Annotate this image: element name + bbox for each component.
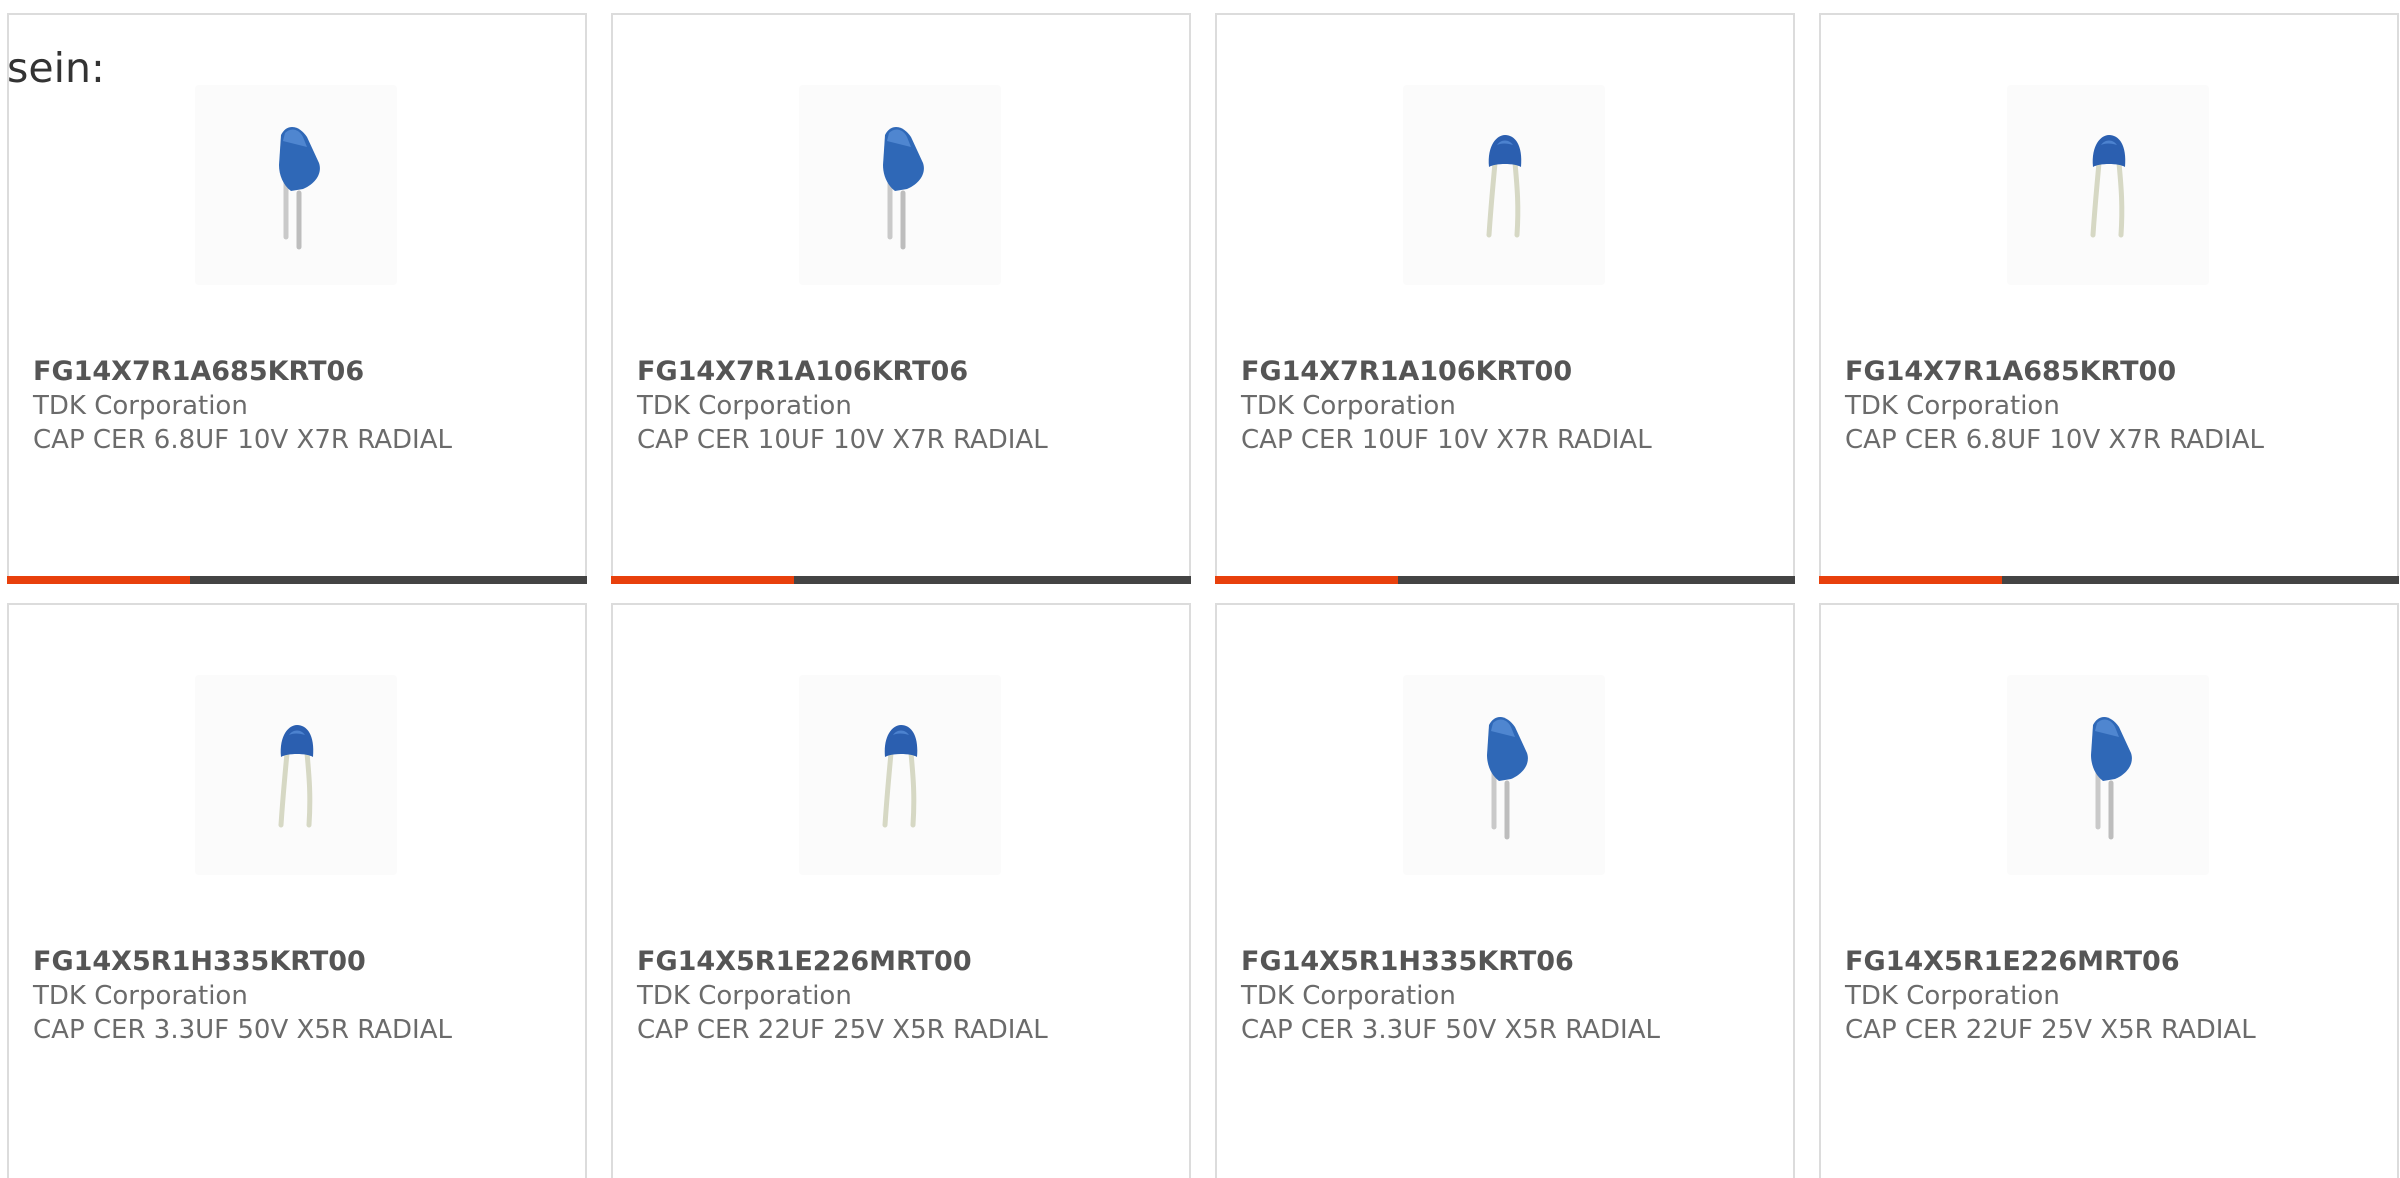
manufacturer-name: TDK Corporation	[1241, 391, 1456, 421]
progress-fill	[1819, 576, 2002, 584]
part-number-link[interactable]: FG14X5R1H335KRT06	[1241, 945, 1777, 979]
product-image[interactable]	[2007, 675, 2209, 875]
product-card[interactable]: FG14X5R1H335KRT06 TDK Corporation CAP CE…	[1215, 603, 1795, 1178]
progress-fill	[1215, 576, 1398, 584]
product-description: CAP CER 3.3UF 50V X5R RADIAL	[33, 1015, 452, 1045]
progress-fill	[7, 576, 190, 584]
product-description: CAP CER 22UF 25V X5R RADIAL	[1845, 1015, 2256, 1045]
capacitor-side-view-icon	[2091, 716, 2132, 840]
capacitor-front-view-icon	[882, 725, 918, 828]
product-description: CAP CER 6.8UF 10V X7R RADIAL	[1845, 425, 2264, 455]
manufacturer-name: TDK Corporation	[637, 981, 852, 1011]
product-description: CAP CER 22UF 25V X5R RADIAL	[637, 1015, 1048, 1045]
part-number-link[interactable]: FG14X7R1A106KRT06	[637, 355, 1173, 389]
product-card[interactable]: FG14X5R1E226MRT06 TDK Corporation CAP CE…	[1819, 603, 2399, 1178]
part-number-link[interactable]: FG14X5R1E226MRT00	[637, 945, 1173, 979]
product-card[interactable]: FG14X7R1A685KRT06 TDK Corporation CAP CE…	[7, 13, 587, 584]
part-number-link[interactable]: FG14X7R1A685KRT06	[33, 355, 569, 389]
product-description: CAP CER 6.8UF 10V X7R RADIAL	[33, 425, 452, 455]
progress-bar	[611, 576, 1191, 584]
product-image[interactable]	[195, 85, 397, 285]
product-description: CAP CER 10UF 10V X7R RADIAL	[637, 425, 1048, 455]
part-number-link[interactable]: FG14X7R1A685KRT00	[1845, 355, 2381, 389]
manufacturer-name: TDK Corporation	[1241, 981, 1456, 1011]
manufacturer-name: TDK Corporation	[637, 391, 852, 421]
part-number-link[interactable]: FG14X7R1A106KRT00	[1241, 355, 1777, 389]
product-image[interactable]	[2007, 85, 2209, 285]
manufacturer-name: TDK Corporation	[33, 391, 248, 421]
capacitor-side-view-icon	[1487, 716, 1528, 840]
capacitor-side-view-icon	[883, 126, 924, 250]
progress-bar	[7, 576, 587, 584]
manufacturer-name: TDK Corporation	[1845, 391, 2060, 421]
product-description: CAP CER 3.3UF 50V X5R RADIAL	[1241, 1015, 1660, 1045]
capacitor-front-view-icon	[1486, 135, 1522, 238]
product-description: CAP CER 10UF 10V X7R RADIAL	[1241, 425, 1652, 455]
progress-bar	[1819, 576, 2399, 584]
product-card[interactable]: FG14X7R1A106KRT06 TDK Corporation CAP CE…	[611, 13, 1191, 584]
capacitor-front-view-icon	[278, 725, 314, 828]
intro-text: sein:	[7, 44, 105, 92]
product-image[interactable]	[1403, 85, 1605, 285]
capacitor-front-view-icon	[2090, 135, 2126, 238]
product-card[interactable]: FG14X5R1H335KRT00 TDK Corporation CAP CE…	[7, 603, 587, 1178]
product-image[interactable]	[799, 85, 1001, 285]
product-card[interactable]: FG14X5R1E226MRT00 TDK Corporation CAP CE…	[611, 603, 1191, 1178]
product-card[interactable]: FG14X7R1A685KRT00 TDK Corporation CAP CE…	[1819, 13, 2399, 584]
capacitor-side-view-icon	[279, 126, 320, 250]
product-grid: FG14X7R1A685KRT06 TDK Corporation CAP CE…	[0, 0, 2400, 1178]
manufacturer-name: TDK Corporation	[1845, 981, 2060, 1011]
progress-fill	[611, 576, 794, 584]
product-image[interactable]	[1403, 675, 1605, 875]
part-number-link[interactable]: FG14X5R1H335KRT00	[33, 945, 569, 979]
product-card[interactable]: FG14X7R1A106KRT00 TDK Corporation CAP CE…	[1215, 13, 1795, 584]
part-number-link[interactable]: FG14X5R1E226MRT06	[1845, 945, 2381, 979]
manufacturer-name: TDK Corporation	[33, 981, 248, 1011]
product-image[interactable]	[799, 675, 1001, 875]
progress-bar	[1215, 576, 1795, 584]
product-image[interactable]	[195, 675, 397, 875]
